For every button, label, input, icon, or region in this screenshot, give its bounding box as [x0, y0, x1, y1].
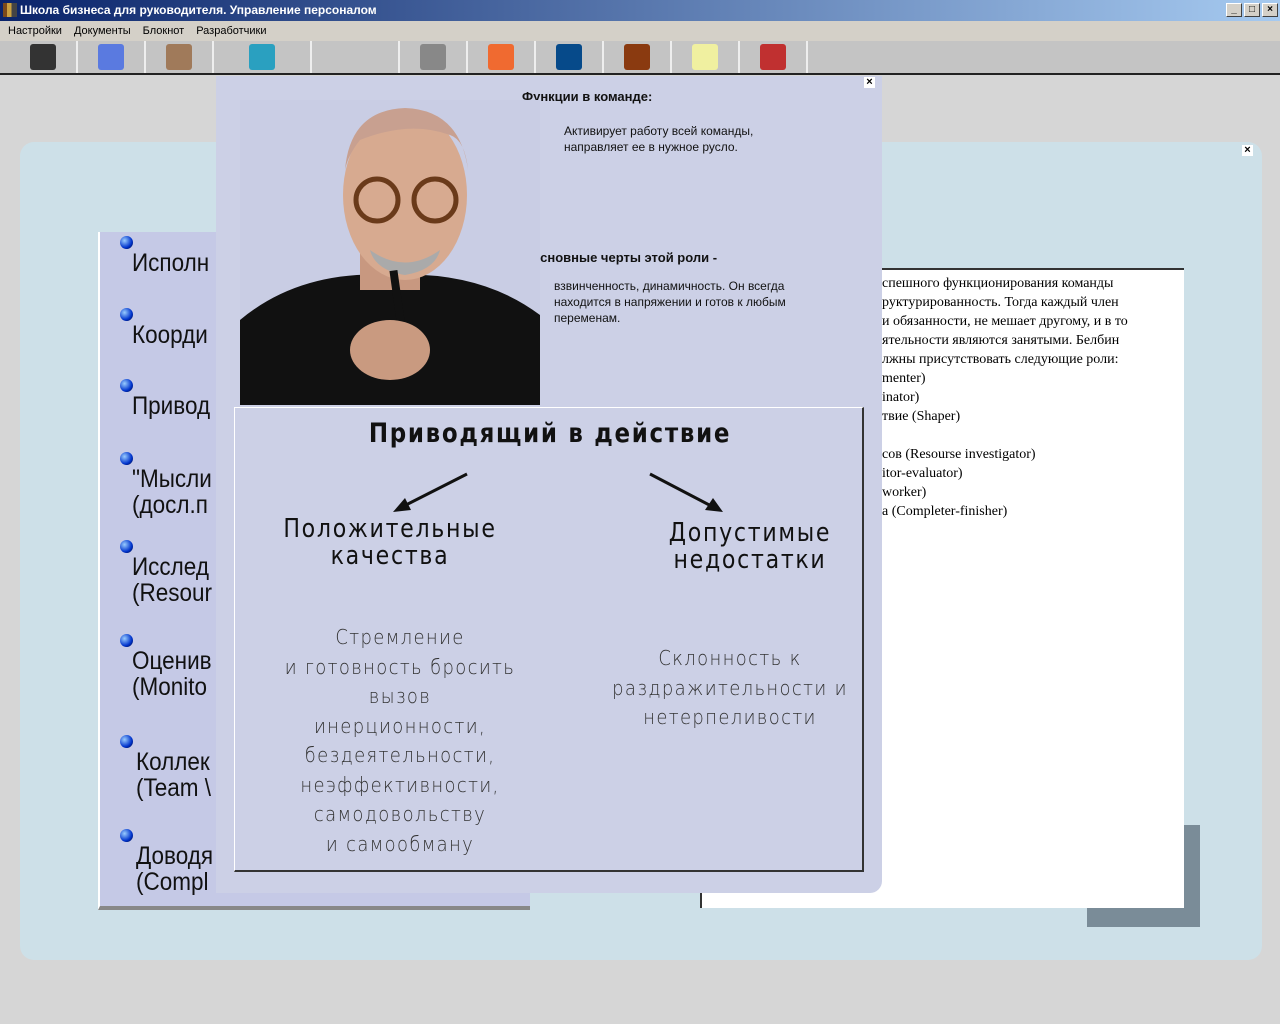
toolbar-button-10[interactable]	[740, 41, 808, 73]
text-line: inator)	[882, 390, 920, 405]
functions-heading: Функции в команде:	[522, 89, 653, 104]
panel-close-icon[interactable]: ×	[1242, 145, 1253, 156]
list-item[interactable]: Доводя	[136, 843, 213, 869]
positive-heading: Положительные качества	[283, 514, 497, 571]
text-line: Склонность к	[658, 646, 802, 670]
toolbar	[0, 41, 1280, 75]
text-line: itor-evaluator)	[882, 466, 963, 481]
text-line: лжны присутствовать следующие роли:	[882, 352, 1119, 367]
text-line: неэффективности,	[300, 772, 500, 797]
calculator-icon	[556, 44, 582, 70]
text-line: сов (Resourse investigator)	[882, 447, 1036, 462]
arrow-right-icon	[649, 472, 716, 510]
title-bar: Школа бизнеса для руководителя. Управлен…	[0, 0, 1280, 21]
toolbar-button-3[interactable]	[214, 41, 312, 73]
folders-icon	[166, 44, 192, 70]
text-line	[882, 426, 1164, 445]
toolbar-button-2[interactable]	[146, 41, 214, 73]
list-item[interactable]: Коорди	[132, 322, 208, 348]
toolbar-button-8[interactable]	[604, 41, 672, 73]
text-line: и самообману	[325, 831, 475, 856]
bullet-icon	[120, 735, 133, 748]
positive-text: Стремление и готовность бросить вызов инер…	[252, 623, 549, 859]
close-button[interactable]: ×	[1262, 3, 1278, 17]
functions-text: Активирует работу всей команды, направляе…	[564, 124, 754, 154]
bullet-icon	[120, 634, 133, 647]
text-line: бездеятельности,	[304, 743, 496, 767]
text-line: ятельности являются занятыми. Белбин	[882, 333, 1120, 348]
clipboard-icon	[420, 44, 446, 70]
traits-text: взвинченность, динамичность. Он всегда на…	[554, 279, 786, 325]
text-line: menter)	[882, 371, 926, 386]
list-item[interactable]: "Мысли	[132, 466, 212, 492]
person-photo	[240, 100, 540, 405]
toolbar-button-5[interactable]	[400, 41, 468, 73]
text-line: и готовность бросить вызов	[284, 654, 516, 709]
list-item[interactable]: Исполн	[132, 250, 209, 276]
bullet-icon	[120, 540, 133, 553]
alphabet-icon	[760, 44, 786, 70]
exit-door-icon	[249, 44, 275, 70]
menu-bar: Настройки Документы Блокнот Разработчики	[0, 21, 1280, 41]
bullet-icon	[120, 308, 133, 321]
toolbar-button-0[interactable]	[10, 41, 78, 73]
list-item[interactable]: Коллек	[136, 749, 210, 775]
bullet-icon	[120, 829, 133, 842]
text-line: руктурированность. Тогда каждый член	[882, 295, 1119, 310]
text-line: инерционности,	[313, 713, 487, 738]
negative-text: Склонность к раздражительности и нетерпели…	[609, 644, 852, 733]
toolbar-button-9[interactable]	[672, 41, 740, 73]
books-icon	[624, 44, 650, 70]
phone-icon	[30, 44, 56, 70]
list-item[interactable]: (Team \	[136, 775, 211, 801]
list-item[interactable]: Привод	[132, 393, 210, 419]
notebook-icon	[488, 44, 514, 70]
text-line: и обязанности, не мешает другому, и в то	[882, 314, 1128, 329]
text-line: worker)	[882, 485, 927, 500]
toolbar-button-7[interactable]	[536, 41, 604, 73]
list-item[interactable]: (досл.п	[132, 492, 208, 518]
text-line: самодовольству	[313, 802, 487, 826]
toolbar-button-6[interactable]	[468, 41, 536, 73]
role-card: Приводящий в действие Положительные качес…	[234, 407, 864, 872]
traits-heading: Основные черты этой роли -	[530, 250, 718, 265]
text-line: а (Completer-finisher)	[882, 504, 1008, 519]
arrows	[393, 472, 723, 512]
text-line: нетерпеливости	[643, 705, 817, 729]
envelope-icon	[692, 44, 718, 70]
bullet-icon	[120, 379, 133, 392]
menu-notebook[interactable]: Блокнот	[143, 25, 185, 37]
text-line: спешного функционирования команды	[882, 276, 1114, 291]
list-item[interactable]: Исслед	[132, 554, 209, 580]
minimize-button[interactable]: _	[1226, 3, 1242, 17]
toolbar-button-4	[312, 41, 400, 73]
list-item[interactable]: (Monito	[132, 674, 207, 700]
menu-documents[interactable]: Документы	[74, 25, 131, 37]
cubes-icon	[98, 44, 124, 70]
text-line: Стремление	[335, 625, 465, 649]
window-title: Школа бизнеса для руководителя. Управлен…	[20, 3, 377, 17]
popup-close-icon[interactable]: ×	[864, 77, 875, 88]
toolbar-button-1[interactable]	[78, 41, 146, 73]
books-app-icon	[3, 3, 17, 17]
menu-developers[interactable]: Разработчики	[196, 25, 266, 37]
list-item[interactable]: (Resour	[132, 580, 212, 606]
text-line: твие (Shaper)	[882, 409, 961, 424]
menu-settings[interactable]: Настройки	[8, 25, 62, 37]
text-line: раздражительности и	[612, 675, 848, 700]
arrow-left-icon	[399, 472, 468, 510]
role-title: Приводящий в действие	[368, 418, 732, 449]
bullet-icon	[120, 452, 133, 465]
negative-heading: Допустимые недостатки	[668, 518, 832, 575]
role-popup: × Функции в команде: Активирует работу в…	[216, 76, 882, 893]
list-item[interactable]: Оценив	[132, 648, 212, 674]
maximize-button[interactable]: □	[1244, 3, 1260, 17]
list-item[interactable]: (Compl	[136, 869, 209, 895]
bullet-icon	[120, 236, 133, 249]
